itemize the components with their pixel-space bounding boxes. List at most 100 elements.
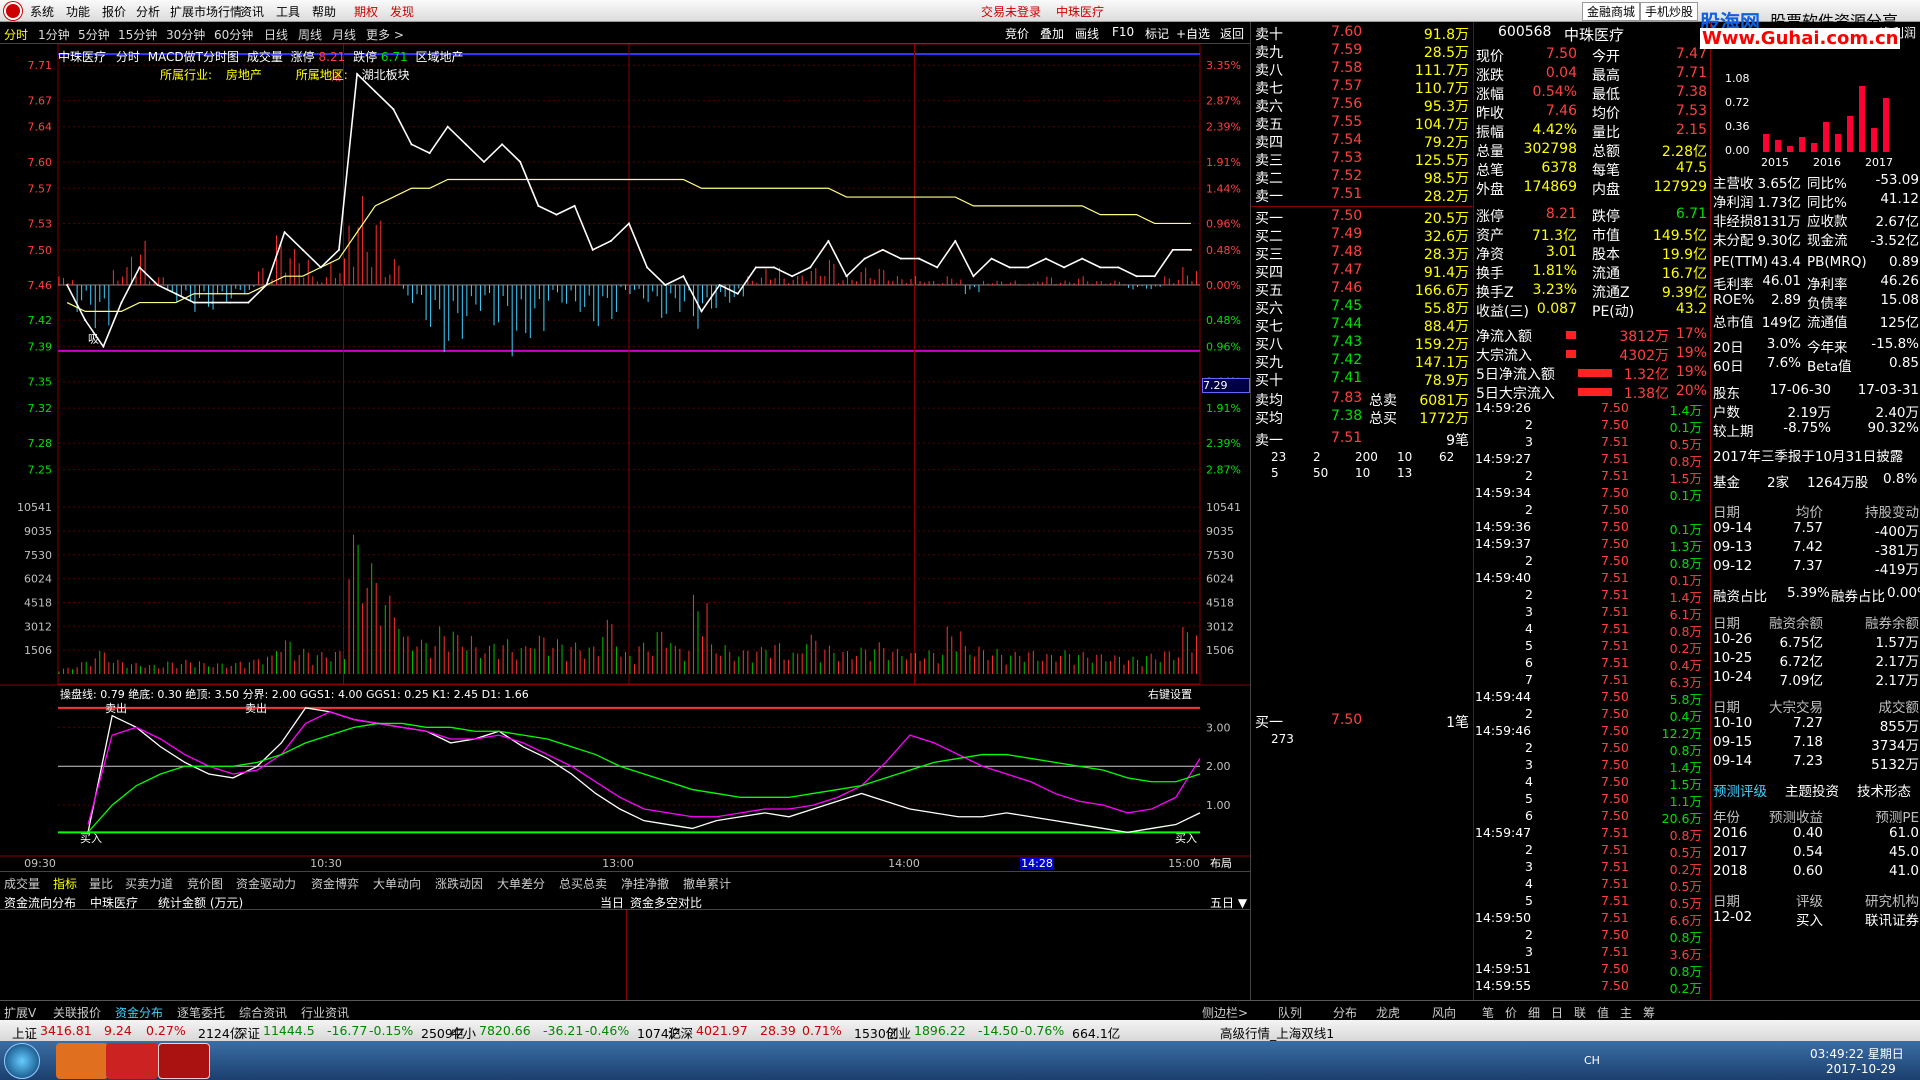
indicator-tab[interactable]: 涨跌动因: [435, 875, 483, 892]
bid-row[interactable]: 买五 7.46 166.6万: [1251, 280, 1473, 299]
index-name[interactable]: 创业: [886, 1023, 911, 1042]
bottom-tab[interactable]: 逐笔委托: [177, 1004, 225, 1021]
tick-list[interactable]: 14:59:26 7.50 1.4万 2 7.50 0.1万 3 7.51 0.5万 14:59:…: [1473, 400, 1710, 1000]
menu-item[interactable]: 工具: [276, 3, 300, 20]
menu-item[interactable]: 功能: [66, 3, 90, 20]
bottom-tab[interactable]: 扩展V: [4, 1004, 36, 1021]
chart-toolbar-button[interactable]: 叠加: [1040, 25, 1064, 42]
bid-row[interactable]: 买二 7.49 32.6万: [1251, 226, 1473, 245]
indicator-tab[interactable]: 净挂净撤: [621, 875, 669, 892]
clock-time[interactable]: 03:49:22 星期日: [1810, 1045, 1904, 1062]
login-status[interactable]: 交易未登录: [981, 3, 1041, 20]
bottom-tab-right[interactable]: 笔: [1482, 1004, 1494, 1021]
mobile-trade-button[interactable]: 手机炒股: [1640, 2, 1699, 21]
menu-item[interactable]: 报价: [102, 3, 126, 20]
chart-toolbar-button[interactable]: 返回: [1220, 25, 1244, 42]
bottom-tab-right[interactable]: 价: [1505, 1004, 1517, 1021]
ask1-queue-header[interactable]: 卖一 7.51 9笔: [1251, 430, 1473, 449]
bid-row[interactable]: 买九 7.42 147.1万: [1251, 352, 1473, 371]
bid-row[interactable]: 买三 7.48 28.3万: [1251, 244, 1473, 263]
taskbar-app-icon[interactable]: [106, 1043, 158, 1079]
menu-item[interactable]: 系统: [30, 3, 54, 20]
timeframe-tab[interactable]: 60分钟: [214, 26, 253, 43]
bid-row[interactable]: 买十 7.41 78.9万: [1251, 370, 1473, 389]
index-name[interactable]: 上证: [12, 1023, 37, 1042]
start-button[interactable]: [4, 1043, 40, 1079]
indicator-tab[interactable]: 大单差分: [497, 875, 545, 892]
connection-status[interactable]: 高级行情_上海双线1: [1220, 1023, 1334, 1042]
index-name[interactable]: 中小: [451, 1023, 476, 1042]
app-logo-icon[interactable]: [4, 2, 22, 20]
indicator-tab[interactable]: 买卖力道: [125, 875, 173, 892]
bid-row[interactable]: 买六 7.45 55.8万: [1251, 298, 1473, 317]
timeframe-tab[interactable]: 1分钟: [38, 26, 70, 43]
menu-item-red[interactable]: 期权: [354, 3, 378, 20]
menu-item[interactable]: 资讯: [240, 3, 264, 20]
ask-row[interactable]: 卖二 7.52 98.5万: [1251, 168, 1473, 187]
taskbar-app-icon[interactable]: [158, 1043, 210, 1079]
indicator-tab[interactable]: 指标: [53, 875, 77, 892]
timeframe-tab[interactable]: 15分钟: [118, 26, 157, 43]
bid-row[interactable]: 买四 7.47 91.4万: [1251, 262, 1473, 281]
bid-row[interactable]: 买七 7.44 88.4万: [1251, 316, 1473, 335]
menu-item[interactable]: 帮助: [312, 3, 336, 20]
bottom-tab-right[interactable]: 侧边栏>: [1202, 1004, 1248, 1021]
ask-row[interactable]: 卖四 7.54 79.2万: [1251, 132, 1473, 151]
clock-date[interactable]: 2017-10-29: [1826, 1062, 1896, 1076]
bid-row[interactable]: 买一 7.50 20.5万: [1251, 208, 1473, 227]
ask-row[interactable]: 卖六 7.56 95.3万: [1251, 96, 1473, 115]
indicator-tab[interactable]: 大单动向: [373, 875, 421, 892]
ask-row[interactable]: 卖十 7.60 91.8万: [1251, 24, 1473, 43]
indicator-tab[interactable]: 成交量: [4, 875, 40, 892]
chart-toolbar-button[interactable]: F10: [1112, 25, 1134, 39]
timeframe-tab[interactable]: 5分钟: [78, 26, 110, 43]
indicator-tab[interactable]: 资金驱动力: [236, 875, 296, 892]
bottom-tab[interactable]: 综合资讯: [239, 1004, 287, 1021]
index-name[interactable]: 深证: [235, 1023, 260, 1042]
fundamentals-tab[interactable]: 主题投资: [1785, 780, 1839, 800]
chart-toolbar-button[interactable]: 标记: [1145, 25, 1169, 42]
language-indicator[interactable]: CH: [1584, 1054, 1600, 1067]
menu-item[interactable]: 扩展市场行情: [170, 3, 242, 20]
book-average-row[interactable]: 卖均 7.83 总卖 6081万: [1251, 390, 1473, 409]
ask-row[interactable]: 卖九 7.59 28.5万: [1251, 42, 1473, 61]
indicator-tab[interactable]: 量比: [89, 875, 113, 892]
timeframe-tab[interactable]: 日线: [264, 26, 288, 43]
bottom-tab-right[interactable]: 日: [1551, 1004, 1563, 1021]
bottom-tab-right[interactable]: 值: [1597, 1004, 1609, 1021]
indicator-tab[interactable]: 竞价图: [187, 875, 223, 892]
chart-area[interactable]: 7.71 3.35% 7.67 2.87% 7.64 2.39% 7.60 1.91% 7.57…: [0, 43, 1250, 874]
book-average-row[interactable]: 买均 7.38 总买 1772万: [1251, 408, 1473, 427]
ask-row[interactable]: 卖五 7.55 104.7万: [1251, 114, 1473, 133]
intraday-chart[interactable]: 7.71 3.35% 7.67 2.87% 7.64 2.39% 7.60 1.91% 7.57…: [0, 43, 1250, 871]
ask-row[interactable]: 卖八 7.58 111.7万: [1251, 60, 1473, 79]
taskbar-app-icon[interactable]: [56, 1043, 108, 1079]
indicator-tab[interactable]: 资金博弈: [311, 875, 359, 892]
bottom-tab-right[interactable]: 细: [1528, 1004, 1540, 1021]
chart-toolbar-button[interactable]: 竞价: [1005, 25, 1029, 42]
bottom-tab-right[interactable]: 筹: [1643, 1004, 1655, 1021]
bottom-tab-right[interactable]: 队列: [1278, 1004, 1302, 1021]
ask-row[interactable]: 卖七 7.57 110.7万: [1251, 78, 1473, 97]
timeframe-tab[interactable]: 更多 >: [366, 26, 404, 43]
period-select[interactable]: 五日 ▼: [1210, 894, 1247, 911]
timeframe-tab[interactable]: 周线: [298, 26, 322, 43]
indicator-tab[interactable]: 撤单累计: [683, 875, 731, 892]
ask-row[interactable]: 卖三 7.53 125.5万: [1251, 150, 1473, 169]
bottom-tab[interactable]: 关联报价: [53, 1004, 101, 1021]
timeframe-tab[interactable]: 30分钟: [166, 26, 205, 43]
bid1-queue-header[interactable]: 买一 7.50 1笔: [1251, 712, 1473, 731]
bottom-tab[interactable]: 行业资讯: [301, 1004, 349, 1021]
timeframe-tab[interactable]: 分时: [4, 26, 28, 43]
indicator-tab[interactable]: 总买总卖: [559, 875, 607, 892]
menu-item[interactable]: 分析: [136, 3, 160, 20]
timeframe-tab[interactable]: 月线: [332, 26, 356, 43]
menu-item-red[interactable]: 发现: [390, 3, 414, 20]
bottom-tab-right[interactable]: 联: [1574, 1004, 1586, 1021]
index-name[interactable]: 沪深: [668, 1023, 693, 1042]
bottom-tab-right[interactable]: 龙虎: [1376, 1004, 1400, 1021]
fundamentals-tab[interactable]: 预测评级: [1713, 780, 1767, 800]
bottom-tab-right[interactable]: 分布: [1333, 1004, 1357, 1021]
fundamentals-tab[interactable]: 技术形态: [1857, 780, 1911, 800]
bid-row[interactable]: 买八 7.43 159.2万: [1251, 334, 1473, 353]
